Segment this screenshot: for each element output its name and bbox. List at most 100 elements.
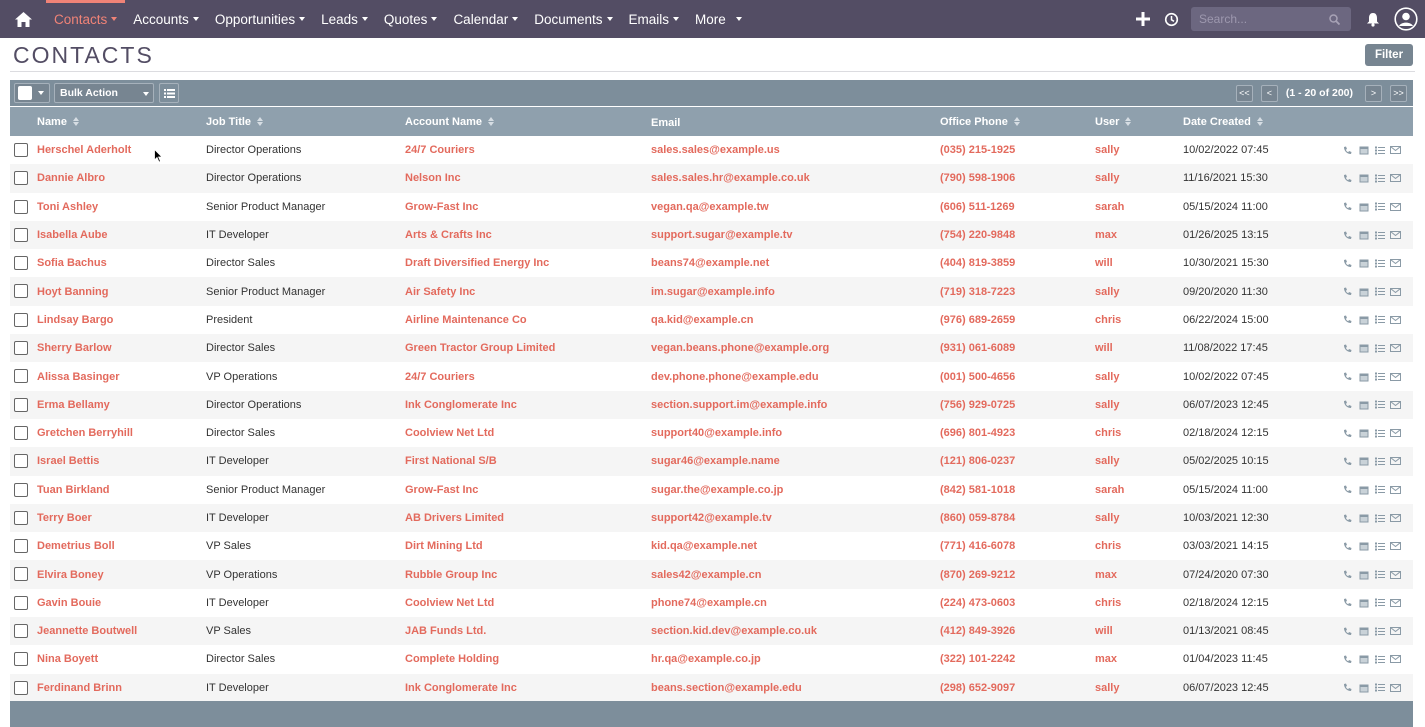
office-phone-link[interactable]: (771) 416-6078 <box>940 532 1015 560</box>
column-header-name[interactable]: Name <box>37 107 79 136</box>
user-link[interactable]: sally <box>1095 362 1119 390</box>
contact-name-link[interactable]: Tuan Birkland <box>37 476 110 504</box>
schedule-meeting-button[interactable] <box>1358 371 1369 382</box>
compose-email-button[interactable] <box>1390 428 1401 439</box>
schedule-meeting-button[interactable] <box>1358 682 1369 693</box>
compose-email-button[interactable] <box>1390 456 1401 467</box>
row-checkbox[interactable] <box>14 397 28 412</box>
call-button[interactable] <box>1342 230 1353 241</box>
contact-name-link[interactable]: Dannie Albro <box>37 164 105 192</box>
user-link[interactable]: chris <box>1095 589 1121 617</box>
office-phone-link[interactable]: (756) 929-0725 <box>940 391 1015 419</box>
call-button[interactable] <box>1342 343 1353 354</box>
create-task-button[interactable] <box>1374 343 1385 354</box>
contact-name-link[interactable]: Elvira Boney <box>37 560 104 588</box>
row-checkbox[interactable] <box>14 652 28 667</box>
nav-item-contacts[interactable]: Contacts <box>46 0 126 38</box>
compose-email-button[interactable] <box>1390 173 1401 184</box>
home-button[interactable] <box>0 0 46 38</box>
create-task-button[interactable] <box>1374 428 1385 439</box>
email-link[interactable]: vegan.qa@example.tw <box>651 193 769 221</box>
schedule-meeting-button[interactable] <box>1358 654 1369 665</box>
compose-email-button[interactable] <box>1390 399 1401 410</box>
create-task-button[interactable] <box>1374 173 1385 184</box>
email-link[interactable]: qa.kid@example.cn <box>651 306 753 334</box>
create-task-button[interactable] <box>1374 456 1385 467</box>
account-name-link[interactable]: JAB Funds Ltd. <box>405 617 486 645</box>
office-phone-link[interactable]: (976) 689-2659 <box>940 306 1015 334</box>
account-name-link[interactable]: Ink Conglomerate Inc <box>405 391 517 419</box>
create-task-button[interactable] <box>1374 145 1385 156</box>
call-button[interactable] <box>1342 541 1353 552</box>
email-link[interactable]: section.kid.dev@example.co.uk <box>651 617 817 645</box>
office-phone-link[interactable]: (754) 220-9848 <box>940 221 1015 249</box>
call-button[interactable] <box>1342 654 1353 665</box>
office-phone-link[interactable]: (860) 059-8784 <box>940 504 1015 532</box>
contact-name-link[interactable]: Sofia Bachus <box>37 249 107 277</box>
office-phone-link[interactable]: (606) 511-1269 <box>940 193 1015 221</box>
call-button[interactable] <box>1342 428 1353 439</box>
compose-email-button[interactable] <box>1390 541 1401 552</box>
office-phone-link[interactable]: (298) 652-9097 <box>940 674 1015 702</box>
schedule-meeting-button[interactable] <box>1358 569 1369 580</box>
row-checkbox[interactable] <box>14 624 28 639</box>
nav-item-leads[interactable]: Leads <box>313 0 376 38</box>
nav-item-accounts[interactable]: Accounts <box>125 0 207 38</box>
bulk-action-dropdown[interactable]: Bulk Action <box>54 83 154 103</box>
schedule-meeting-button[interactable] <box>1358 286 1369 297</box>
schedule-meeting-button[interactable] <box>1358 258 1369 269</box>
row-checkbox[interactable] <box>14 312 28 327</box>
user-link[interactable]: max <box>1095 645 1117 673</box>
user-link[interactable]: max <box>1095 560 1117 588</box>
contact-name-link[interactable]: Terry Boer <box>37 504 92 532</box>
create-task-button[interactable] <box>1374 286 1385 297</box>
column-chooser-button[interactable] <box>159 83 179 103</box>
schedule-meeting-button[interactable] <box>1358 230 1369 241</box>
schedule-meeting-button[interactable] <box>1358 597 1369 608</box>
call-button[interactable] <box>1342 597 1353 608</box>
contact-name-link[interactable]: Gretchen Berryhill <box>37 419 133 447</box>
contact-name-link[interactable]: Israel Bettis <box>37 447 99 475</box>
user-link[interactable]: sarah <box>1095 193 1124 221</box>
office-phone-link[interactable]: (931) 061-6089 <box>940 334 1015 362</box>
account-name-link[interactable]: Dirt Mining Ltd <box>405 532 483 560</box>
account-name-link[interactable]: Complete Holding <box>405 645 499 673</box>
contact-name-link[interactable]: Hoyt Banning <box>37 277 109 305</box>
compose-email-button[interactable] <box>1390 569 1401 580</box>
create-task-button[interactable] <box>1374 597 1385 608</box>
call-button[interactable] <box>1342 314 1353 325</box>
nav-item-calendar[interactable]: Calendar <box>445 0 526 38</box>
user-menu-button[interactable] <box>1387 0 1425 38</box>
office-phone-link[interactable]: (412) 849-3926 <box>940 617 1015 645</box>
user-link[interactable]: chris <box>1095 532 1121 560</box>
global-search[interactable] <box>1191 7 1351 31</box>
user-link[interactable]: will <box>1095 249 1113 277</box>
row-checkbox[interactable] <box>14 256 28 271</box>
email-link[interactable]: vegan.beans.phone@example.org <box>651 334 829 362</box>
account-name-link[interactable]: Nelson Inc <box>405 164 461 192</box>
user-link[interactable]: sally <box>1095 136 1119 164</box>
account-name-link[interactable]: Draft Diversified Energy Inc <box>405 249 549 277</box>
contact-name-link[interactable]: Gavin Bouie <box>37 589 101 617</box>
create-task-button[interactable] <box>1374 399 1385 410</box>
call-button[interactable] <box>1342 286 1353 297</box>
office-phone-link[interactable]: (121) 806-0237 <box>940 447 1015 475</box>
email-link[interactable]: phone74@example.cn <box>651 589 767 617</box>
user-link[interactable]: chris <box>1095 419 1121 447</box>
user-link[interactable]: will <box>1095 334 1113 362</box>
account-name-link[interactable]: 24/7 Couriers <box>405 136 475 164</box>
schedule-meeting-button[interactable] <box>1358 343 1369 354</box>
office-phone-link[interactable]: (870) 269-9212 <box>940 560 1015 588</box>
row-checkbox[interactable] <box>14 680 28 695</box>
create-task-button[interactable] <box>1374 258 1385 269</box>
schedule-meeting-button[interactable] <box>1358 314 1369 325</box>
schedule-meeting-button[interactable] <box>1358 145 1369 156</box>
account-name-link[interactable]: First National S/B <box>405 447 497 475</box>
email-link[interactable]: kid.qa@example.net <box>651 532 757 560</box>
call-button[interactable] <box>1342 258 1353 269</box>
compose-email-button[interactable] <box>1390 286 1401 297</box>
account-name-link[interactable]: Grow-Fast Inc <box>405 476 478 504</box>
office-phone-link[interactable]: (404) 819-3859 <box>940 249 1015 277</box>
column-header-job-title[interactable]: Job Title <box>206 107 264 136</box>
email-link[interactable]: sugar.the@example.co.jp <box>651 476 783 504</box>
